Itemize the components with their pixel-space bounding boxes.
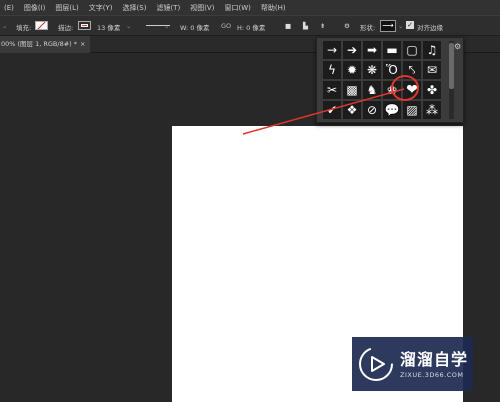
tool-dropdown-icon[interactable]: ⌄ (2, 22, 7, 30)
document-tab[interactable]: 00% (图层 1, RGB/8#) * × (0, 36, 90, 53)
options-bar: ⌄ 填充: 描边: 13 像素 ⌄ ⌄ W: 0 像素 GO H: 0 像素 ■… (0, 15, 500, 36)
shape-cell[interactable]: ✤ (423, 81, 441, 99)
tab-close-icon[interactable]: × (80, 40, 85, 48)
stroke-size[interactable]: 13 像素 (97, 22, 120, 32)
shape-cell[interactable]: ➡ (363, 41, 381, 59)
shape-cell[interactable]: ♫ (423, 41, 441, 59)
shape-cell[interactable]: ✔ (323, 101, 341, 119)
shape-cell[interactable]: ▨ (403, 101, 421, 119)
width-field[interactable]: W: 0 像素 (180, 22, 210, 32)
menu-filter[interactable]: 滤镜(T) (152, 3, 186, 13)
link-icon[interactable]: GO (221, 22, 231, 30)
shape-cell[interactable]: Ὅ (383, 61, 401, 79)
picker-settings-gear-icon[interactable]: ⚙ (454, 42, 461, 51)
shape-cell[interactable]: ✉ (423, 61, 441, 79)
menu-image[interactable]: 图像(I) (20, 3, 52, 13)
shape-cell[interactable]: ⊘ (363, 101, 381, 119)
shape-grid: → ➔ ➡ ▬ ▢ ♫ ϟ ✹ ❋ Ὅ ⤣ ✉ ✂ ▩ ♞ ❀ ❤ ✤ ✔ ❖ ⊘ 💬 ▨ ⁂ (323, 41, 445, 119)
shape-cell[interactable]: ▢ (403, 41, 421, 59)
menu-view[interactable]: 视图(V) (186, 3, 220, 13)
settings-gear-icon[interactable]: ⚙ (344, 22, 350, 30)
path-ops-icon[interactable]: ■ (285, 22, 291, 30)
shape-cell[interactable]: ▬ (383, 41, 401, 59)
stroke-label: 描边: (58, 24, 74, 32)
menu-layer[interactable]: 图层(L) (51, 3, 84, 13)
align-edges-label: 对齐边缘 (417, 24, 443, 32)
shape-cell[interactable]: ✂ (323, 81, 341, 99)
shape-cell[interactable]: → (323, 41, 341, 59)
shape-cell[interactable]: ⤣ (403, 61, 421, 79)
stroke-swatch[interactable] (78, 21, 91, 30)
shape-cell[interactable]: ✹ (343, 61, 361, 79)
shape-cell[interactable]: ❀ (383, 81, 401, 99)
fill-swatch[interactable] (35, 21, 48, 30)
shape-picker-scrollbar[interactable] (449, 41, 454, 119)
stroke-size-dropdown-icon[interactable]: ⌄ (126, 22, 131, 30)
shape-cell[interactable]: ▩ (343, 81, 361, 99)
menu-type[interactable]: 文字(Y) (85, 3, 119, 13)
menu-window[interactable]: 窗口(W) (220, 3, 256, 13)
shape-cell[interactable]: 💬 (383, 101, 401, 119)
document-tab-title: 00% (图层 1, RGB/8#) * (1, 40, 78, 48)
fill-label: 填充: (16, 24, 32, 32)
height-field[interactable]: H: 0 像素 (237, 22, 265, 32)
path-arrange-icon[interactable]: ⇟ (320, 22, 325, 30)
shape-label: 形状: (360, 24, 376, 32)
menu-edit[interactable]: (E) (0, 4, 20, 12)
shape-preview[interactable]: ⟶ (380, 20, 396, 32)
align-edges-checkbox[interactable]: ✓ (406, 21, 414, 29)
menu-select[interactable]: 选择(S) (119, 3, 153, 13)
menu-bar: (E) 图像(I) 图层(L) 文字(Y) 选择(S) 滤镜(T) 视图(V) … (0, 0, 500, 15)
watermark-name: 溜溜自学 (400, 350, 469, 369)
watermark: 溜溜自学 ZIXUE.3D66.COM (352, 337, 473, 391)
watermark-play-icon (359, 347, 393, 381)
shape-cell[interactable]: ❋ (363, 61, 381, 79)
shape-cell[interactable]: ♞ (363, 81, 381, 99)
shape-cell[interactable]: ❖ (343, 101, 361, 119)
shape-dropdown-icon[interactable]: ⌄ (398, 22, 403, 30)
shape-cell[interactable]: ϟ (323, 61, 341, 79)
shape-cell[interactable]: ⁂ (423, 101, 441, 119)
watermark-url: ZIXUE.3D66.COM (400, 371, 464, 379)
shape-cell[interactable]: ➔ (343, 41, 361, 59)
shape-cell[interactable]: ❤ (403, 81, 421, 99)
stroke-type-dropdown-icon[interactable]: ⌄ (164, 22, 169, 30)
menu-help[interactable]: 帮助(H) (257, 3, 292, 13)
path-align-icon[interactable]: ▙ (303, 22, 308, 30)
custom-shape-picker: → ➔ ➡ ▬ ▢ ♫ ϟ ✹ ❋ Ὅ ⤣ ✉ ✂ ▩ ♞ ❀ ❤ ✤ ✔ ❖ ⊘ 💬 ▨ ⁂ ⚙ (316, 37, 464, 123)
